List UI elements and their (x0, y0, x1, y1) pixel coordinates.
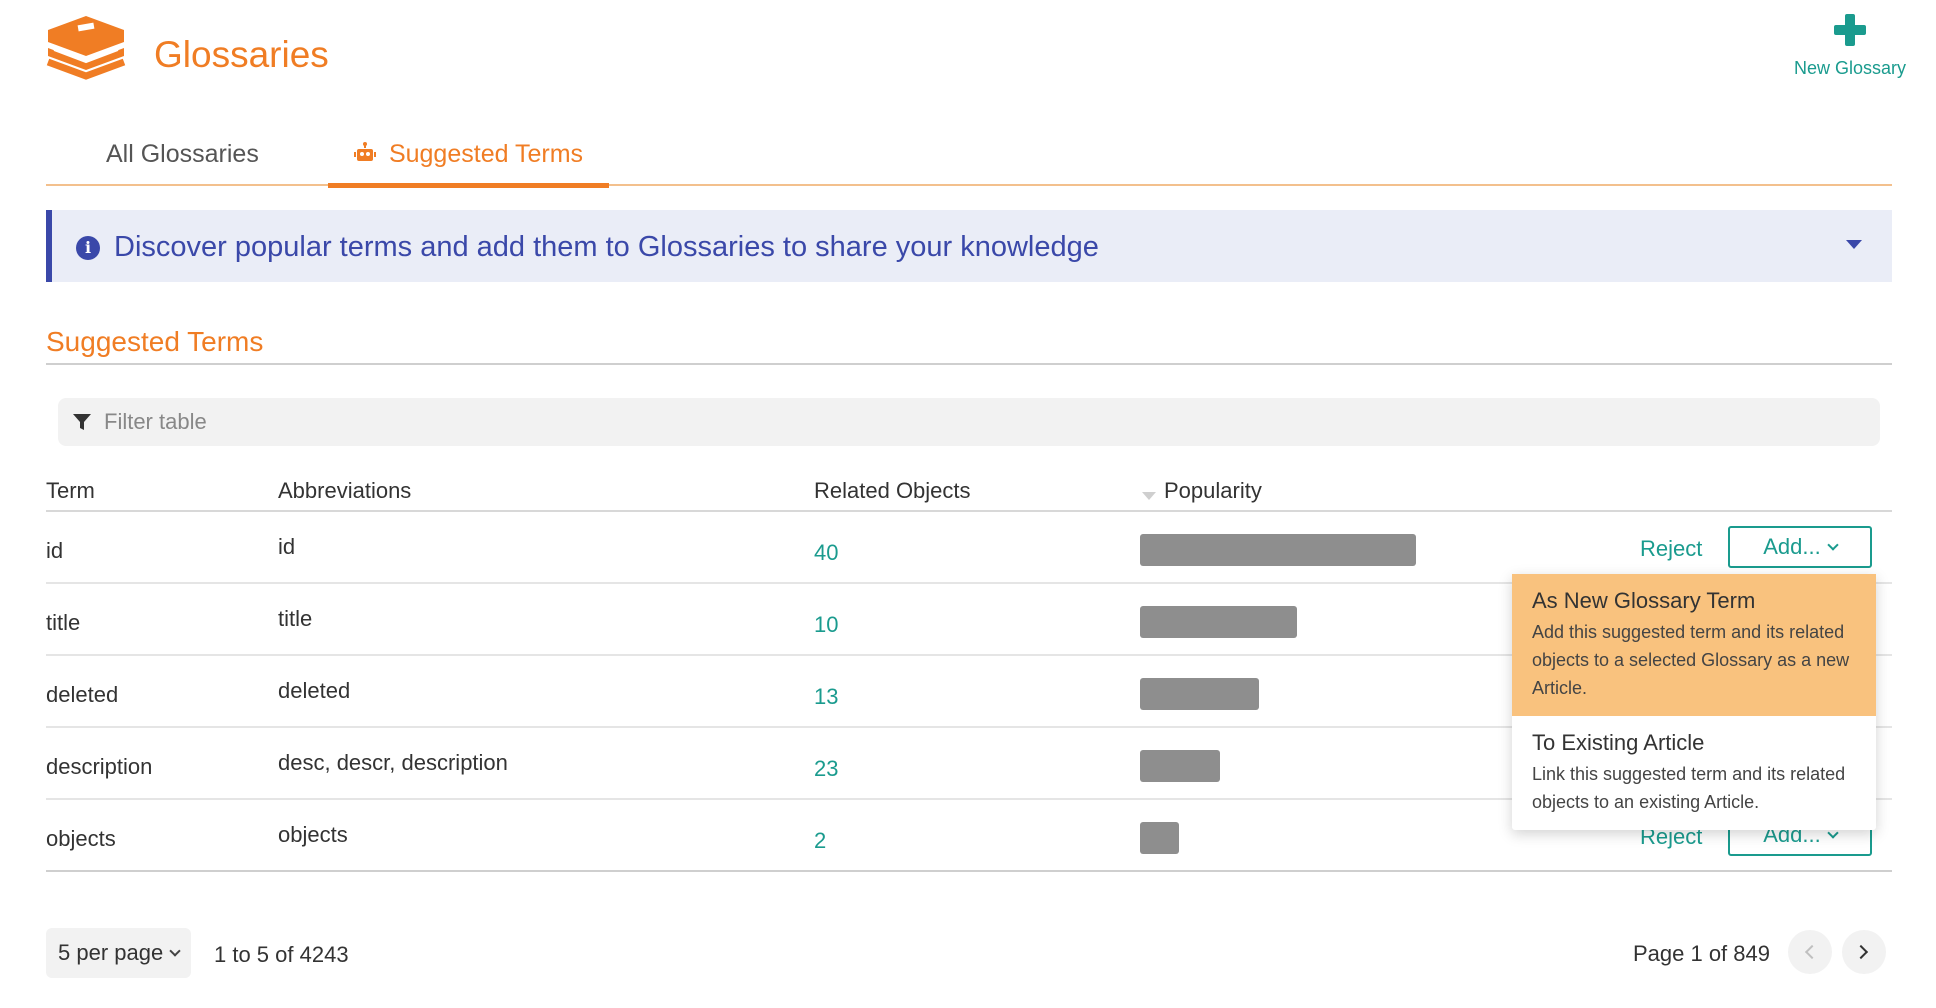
new-glossary-button[interactable]: New Glossary (1788, 12, 1912, 79)
column-header-popularity[interactable]: Popularity (1164, 478, 1262, 504)
popularity-bar (1140, 822, 1179, 854)
robot-icon (354, 142, 376, 161)
abbreviations-cell: deleted (278, 678, 351, 703)
banner-message: Discover popular terms and add them to G… (114, 231, 1099, 263)
add-button[interactable]: Add... (1728, 526, 1872, 568)
term-cell: deleted (46, 682, 119, 707)
chevron-down-icon (1827, 539, 1839, 551)
related-objects-link[interactable]: 10 (814, 612, 838, 638)
abbreviations-cell: objects (278, 822, 348, 847)
menu-item-title: As New Glossary Term (1532, 588, 1756, 613)
page-header: Glossaries New Glossary (0, 0, 1936, 110)
chevron-left-icon (1804, 944, 1820, 960)
add-menu: As New Glossary Term Add this suggested … (1512, 574, 1876, 830)
filter-icon (73, 414, 91, 430)
filter-input[interactable] (104, 398, 1864, 446)
tab-bar: All Glossaries Suggested Terms (46, 128, 1892, 188)
divider (46, 363, 1892, 365)
related-objects-link[interactable]: 13 (814, 684, 838, 710)
reject-button[interactable]: Reject (1640, 536, 1702, 562)
filter-bar (58, 398, 1880, 446)
next-page-button[interactable] (1842, 930, 1886, 974)
abbreviations-cell: title (278, 606, 313, 631)
page-label: Page 1 of 849 (1632, 941, 1770, 966)
per-page-label: 5 per page (58, 940, 164, 965)
menu-item-new-glossary-term[interactable]: As New Glossary Term Add this suggested … (1512, 574, 1876, 716)
info-banner: i Discover popular terms and add them to… (46, 210, 1892, 282)
column-header-term[interactable]: Term (46, 478, 95, 504)
abbreviations-cell: desc, descr, description (278, 750, 508, 775)
tab-suggested-terms[interactable]: Suggested Terms (328, 140, 610, 188)
column-header-related-objects[interactable]: Related Objects (814, 478, 971, 504)
related-objects-link[interactable]: 2 (814, 828, 826, 854)
caret-down-icon[interactable] (1846, 240, 1862, 249)
new-glossary-label: New Glossary (1793, 58, 1907, 78)
popularity-bar (1140, 750, 1220, 782)
table-header: Term Abbreviations Related Objects Popul… (46, 470, 1892, 512)
popularity-bar (1140, 606, 1297, 638)
menu-item-existing-article[interactable]: To Existing Article Link this suggested … (1512, 716, 1876, 830)
add-button-label: Add... (1763, 534, 1821, 559)
abbreviations-cell: id (278, 534, 296, 559)
chevron-right-icon (1853, 944, 1869, 960)
term-cell: title (46, 610, 81, 635)
section-title: Suggested Terms (46, 326, 264, 357)
plus-icon (1834, 14, 1866, 46)
tab-all-glossaries-label: All Glossaries (106, 140, 259, 168)
menu-item-description: Link this suggested term and its related… (1532, 764, 1846, 812)
popularity-bar (1140, 534, 1416, 566)
page-title: Glossaries (154, 34, 329, 75)
term-cell: description (46, 754, 153, 779)
sort-descending-icon (1142, 492, 1156, 500)
per-page-select[interactable]: 5 per page (46, 928, 192, 978)
books-icon (46, 16, 126, 80)
tab-suggested-terms-label: Suggested Terms (388, 140, 584, 168)
range-label: 1 to 5 of 4243 (214, 942, 349, 967)
tab-all-glossaries[interactable]: All Glossaries (106, 140, 259, 186)
term-cell: id (46, 538, 64, 563)
chevron-down-icon (169, 945, 181, 957)
related-objects-link[interactable]: 23 (814, 756, 838, 782)
column-header-abbreviations[interactable]: Abbreviations (278, 478, 411, 504)
popularity-bar (1140, 678, 1259, 710)
previous-page-button[interactable] (1788, 930, 1832, 974)
menu-item-description: Add this suggested term and its related … (1532, 622, 1850, 698)
menu-item-title: To Existing Article (1532, 730, 1705, 755)
pagination-bar: 5 per page 1 to 5 of 4243 Page 1 of 849 (46, 928, 1892, 980)
related-objects-link[interactable]: 40 (814, 540, 838, 566)
info-icon: i (76, 236, 100, 260)
term-cell: objects (46, 826, 116, 851)
